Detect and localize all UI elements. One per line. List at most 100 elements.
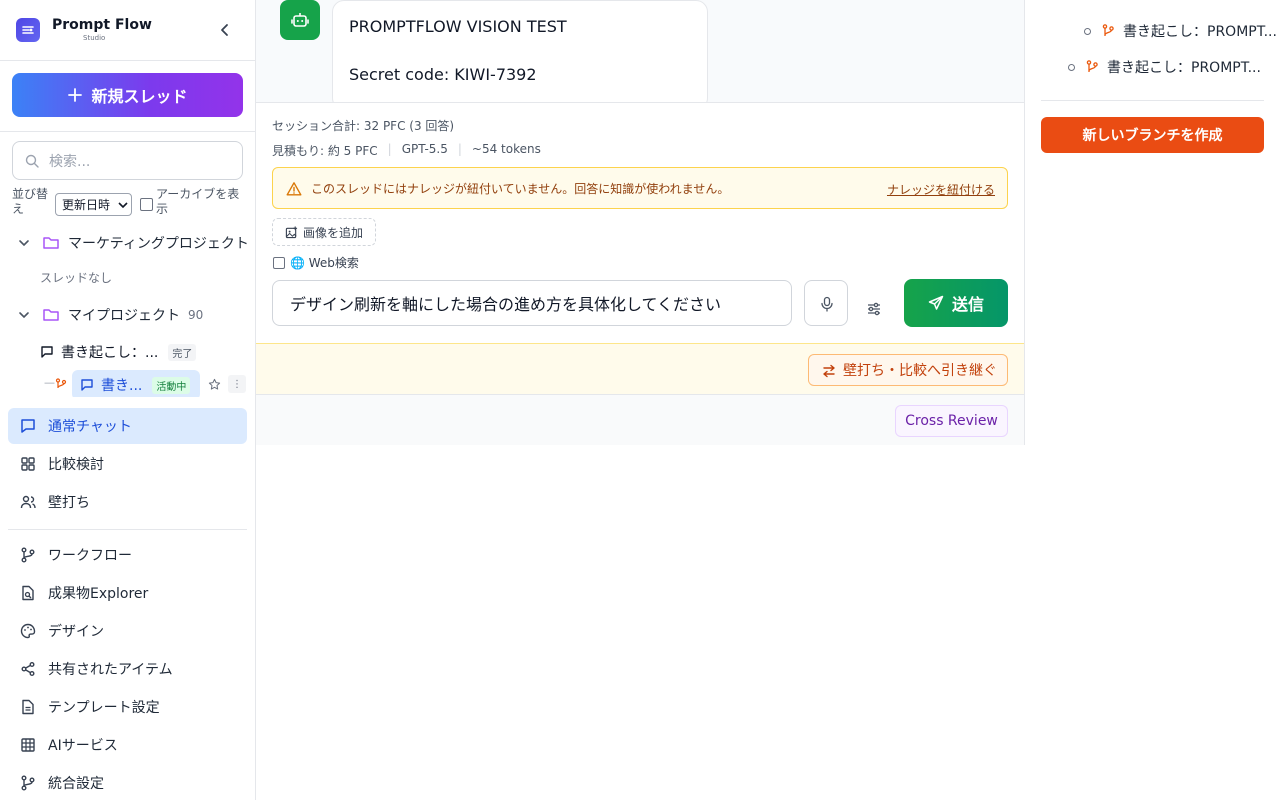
add-image-label: 画像を追加 [303, 225, 364, 240]
branch-icon [21, 547, 35, 563]
nav-item-shared[interactable]: 共有されたアイテム [8, 651, 247, 687]
add-image-button[interactable]: 画像を追加 [272, 218, 376, 246]
branch-label: 書き起こし：PROMPT... [1123, 24, 1277, 40]
nav-label: 成果物Explorer [48, 586, 149, 602]
archive-checkbox[interactable] [140, 198, 153, 211]
brand-header: Prompt Flow Studio [0, 0, 255, 61]
nav-label: テンプレート設定 [48, 700, 160, 716]
chat-icon [81, 379, 93, 391]
status-badge: 活動中 [152, 376, 191, 394]
project-name: マーケティングプロジェクト [68, 236, 249, 252]
branch-icon [1086, 60, 1098, 72]
branch-node [1084, 27, 1091, 35]
nav-item-brainstorm[interactable]: 壁打ち [8, 484, 247, 520]
thread-title: 書き起こし：... [61, 345, 159, 361]
brand-name: Prompt Flow [52, 17, 152, 33]
branch-icon [55, 378, 67, 388]
send-icon [928, 295, 944, 310]
divider [0, 131, 255, 132]
knowledge-warning: このスレッドにはナレッジが紐付いていません。回答に知識が使われません。 ナレッジ… [272, 167, 1008, 209]
thread-title: 書き... [101, 378, 143, 394]
nav-label: 壁打ち [48, 495, 90, 511]
sort-select[interactable]: 更新日時 [55, 193, 132, 216]
nav-label: 通常チャット [48, 419, 132, 435]
new-thread-label: 新規スレッド [91, 87, 188, 106]
voice-input-button[interactable] [804, 280, 848, 326]
branch-node [1068, 63, 1075, 71]
new-branch-button[interactable]: 新しいブランチを作成 [1041, 117, 1264, 153]
model-name: GPT-5.5 [401, 142, 448, 156]
swap-icon [823, 364, 835, 378]
plus-icon [68, 88, 83, 102]
nav-label: 共有されたアイテム [48, 662, 173, 678]
branch-icon [21, 775, 35, 791]
nav-item-artifacts[interactable]: 成果物Explorer [8, 575, 247, 611]
handoff-button[interactable]: 壁打ち・比較へ引き継ぐ [808, 354, 1008, 386]
chevron-down-icon [118, 202, 128, 209]
document-icon [22, 699, 34, 715]
nav-label: 比較検討 [48, 457, 104, 473]
branch-item[interactable]: 書き起こし：PROMPT... [1084, 21, 1277, 41]
table-icon [21, 738, 35, 752]
project-tree: マーケティングプロジェクト スレッドなし マイプロジェクト 90 書き起こし：.… [0, 232, 255, 397]
nav-item-workflow[interactable]: ワークフロー [8, 537, 247, 573]
bot-avatar [280, 0, 320, 40]
logo-icon [16, 18, 40, 42]
nav-item-design[interactable]: デザイン [8, 613, 247, 649]
search-icon [25, 154, 39, 168]
web-search-checkbox[interactable] [273, 257, 285, 269]
thread-item[interactable]: 書き起こし：... 完了 [40, 342, 197, 362]
web-search-label: 🌐 Web検索 [290, 256, 359, 270]
handoff-label: 壁打ち・比較へ引き継ぐ [843, 363, 997, 379]
prompt-input[interactable]: デザイン刷新を軸にした場合の進め方を具体化してください [272, 280, 792, 326]
status-badge: 完了 [168, 343, 197, 361]
search-placeholder: 検索... [49, 153, 91, 170]
share-icon [21, 662, 35, 676]
new-thread-button[interactable]: 新規スレッド [12, 73, 243, 117]
project-row[interactable]: マイプロジェクト 90 [16, 305, 203, 325]
sort-value: 更新日時 [62, 198, 111, 212]
nav-label: デザイン [48, 624, 104, 640]
nav-item-chat[interactable]: 通常チャット [8, 408, 247, 444]
separator: | [387, 142, 392, 156]
collapse-sidebar-icon[interactable] [215, 20, 235, 40]
cross-review-button[interactable]: Cross Review [895, 405, 1008, 437]
nav-label: AIサービス [48, 738, 118, 754]
bot-icon [291, 13, 309, 27]
warning-text: このスレッドにはナレッジが紐付いていません。回答に知識が使われません。 [311, 181, 730, 196]
message-text: PROMPTFLOW VISION TEST [349, 17, 567, 36]
estimate-cost: 見積もり: 約 5 PFC [272, 144, 378, 158]
thread-item-active[interactable]: 書き... 活動中 [72, 370, 200, 397]
separator: | [457, 142, 462, 156]
nav-item-integrations[interactable]: 統合設定 [8, 765, 247, 800]
archive-label: アーカイブを表示 [156, 187, 240, 216]
sliders-icon[interactable] [866, 301, 882, 317]
message-text: Secret code: KIWI-7392 [349, 65, 537, 84]
estimate-info: 見積もり: 約 5 PFC | GPT-5.5 | ~54 tokens [272, 142, 541, 159]
token-count: ~54 tokens [471, 142, 541, 156]
project-name: マイプロジェクト [68, 308, 180, 324]
more-options-icon[interactable]: ⋮ [228, 375, 246, 393]
nav-label: 統合設定 [48, 776, 104, 792]
grid-icon [21, 457, 35, 471]
palette-icon [20, 623, 36, 639]
sidebar: Prompt Flow Studio 新規スレッド 検索... 並び替え 更新日… [0, 0, 256, 800]
chat-icon [41, 346, 53, 358]
search-input[interactable]: 検索... [12, 141, 243, 180]
review-bar: Cross Review [256, 394, 1024, 445]
folder-icon [43, 237, 59, 249]
handoff-bar: 壁打ち・比較へ引き継ぐ [256, 343, 1024, 394]
assistant-message: PROMPTFLOW VISION TEST Secret code: KIWI… [332, 0, 708, 102]
send-button[interactable]: 送信 [904, 279, 1008, 327]
nav-item-ai-services[interactable]: AIサービス [8, 727, 247, 763]
divider [8, 529, 247, 530]
star-icon[interactable] [208, 378, 221, 391]
message-list[interactable]: PROMPTFLOW VISION TEST Secret code: KIWI… [256, 0, 1024, 103]
branch-item[interactable]: 書き起こし：PROMPT... [1068, 57, 1261, 77]
nav-item-templates[interactable]: テンプレート設定 [8, 689, 247, 725]
microphone-icon [821, 296, 833, 312]
nav-item-compare[interactable]: 比較検討 [8, 446, 247, 482]
image-plus-icon [285, 226, 298, 239]
link-knowledge-link[interactable]: ナレッジを紐付ける [887, 181, 995, 198]
project-row[interactable]: マーケティングプロジェクト [16, 233, 249, 253]
